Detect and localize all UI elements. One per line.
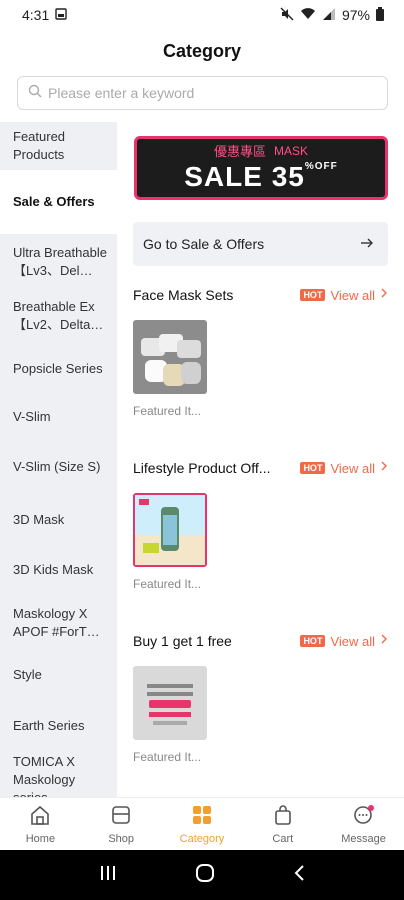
nav-home[interactable]: Home — [0, 798, 81, 850]
cart-icon — [272, 804, 294, 829]
banner-off: OFF — [314, 161, 338, 172]
search-input[interactable] — [48, 85, 368, 101]
status-bar: 4:31 97% — [0, 0, 404, 30]
chevron-right-icon — [380, 286, 388, 304]
category-sidebar[interactable]: Featured Products Sale & Offers Ultra Br… — [0, 122, 117, 797]
nav-cart[interactable]: Cart — [242, 798, 323, 850]
section-title: Lifestyle Product Off... — [133, 460, 271, 476]
product-image — [133, 493, 207, 567]
sale-banner[interactable]: 優惠專區 MASK SALE 35%OFF — [134, 136, 388, 200]
chevron-right-icon — [380, 632, 388, 650]
battery-icon — [376, 6, 384, 24]
sidebar-item-earth-series[interactable]: Earth Series — [0, 700, 117, 752]
nav-category-label: Category — [179, 832, 225, 845]
nav-category[interactable]: Category — [162, 798, 243, 850]
home-icon — [29, 804, 51, 829]
search-icon — [28, 84, 42, 103]
section-title: Buy 1 get 1 free — [133, 633, 232, 649]
bottom-nav: Home Shop Category Cart Message — [0, 797, 404, 850]
sidebar-item-ultra-breathable[interactable]: Ultra Breathable【Lv3、Del… — [0, 234, 117, 290]
section-title: Face Mask Sets — [133, 287, 234, 303]
search-bar[interactable] — [17, 76, 388, 110]
recent-apps-icon[interactable] — [99, 865, 117, 886]
go-sale-label: Go to Sale & Offers — [143, 236, 265, 252]
view-all-link[interactable]: HOT View all — [300, 459, 388, 477]
status-time: 4:31 — [22, 7, 50, 23]
banner-percent: % — [304, 161, 315, 172]
header: Category — [0, 30, 404, 72]
sidebar-item-sale-offers[interactable]: Sale & Offers — [0, 170, 117, 234]
banner-mask-text: MASK — [274, 143, 309, 158]
product-name: Featured It... — [133, 750, 202, 764]
mute-icon — [280, 7, 294, 24]
category-content: 優惠專區 MASK SALE 35%OFF Go to Sale & Offer… — [117, 122, 404, 797]
sidebar-item-tomica-maskology[interactable]: TOMICA X Maskology series — [0, 752, 117, 797]
view-all-label: View all — [330, 287, 375, 303]
sidebar-item-featured-products[interactable]: Featured Products — [0, 122, 117, 170]
sidebar-item-v-slim-size-s[interactable]: V-Slim (Size S) — [0, 438, 117, 496]
page-title: Category — [162, 40, 242, 61]
nav-message-label: Message — [341, 832, 386, 845]
sidebar-item-popsicle-series[interactable]: Popsicle Series — [0, 342, 117, 396]
view-all-label: View all — [330, 460, 375, 476]
sidebar-item-maskology-apof[interactable]: Maskology X APOF #ForT… — [0, 596, 117, 650]
view-all-link[interactable]: HOT View all — [300, 286, 388, 304]
section-buy-1-get-1-free: Buy 1 get 1 free HOT View all Featured I… — [133, 630, 388, 764]
sidebar-item-3d-kids-mask[interactable]: 3D Kids Mask — [0, 544, 117, 596]
image-notification-icon — [55, 7, 67, 23]
back-icon[interactable] — [293, 864, 305, 887]
nav-shop-label: Shop — [108, 832, 135, 845]
sidebar-item-3d-mask[interactable]: 3D Mask — [0, 496, 117, 544]
hot-badge: HOT — [300, 462, 326, 474]
nav-cart-label: Cart — [272, 832, 294, 845]
product-card[interactable]: Featured It... — [133, 493, 207, 591]
product-image — [133, 320, 207, 394]
home-button-icon[interactable] — [195, 863, 215, 888]
product-card[interactable]: Featured It... — [133, 666, 207, 764]
go-to-sale-offers-button[interactable]: Go to Sale & Offers — [133, 222, 388, 266]
product-name: Featured It... — [133, 404, 202, 418]
nav-shop[interactable]: Shop — [81, 798, 162, 850]
banner-chinese-text: 優惠專區 — [213, 144, 266, 159]
product-image — [133, 666, 207, 740]
hot-badge: HOT — [300, 635, 326, 647]
section-face-mask-sets: Face Mask Sets HOT View all Featured It.… — [133, 284, 388, 418]
signal-icon — [322, 7, 336, 24]
hot-badge: HOT — [300, 289, 326, 301]
product-card[interactable]: Featured It... — [133, 320, 207, 418]
shop-icon — [110, 804, 132, 829]
sidebar-item-style[interactable]: Style — [0, 650, 117, 700]
view-all-label: View all — [330, 633, 375, 649]
chevron-right-icon — [380, 459, 388, 477]
sidebar-item-v-slim[interactable]: V-Slim — [0, 396, 117, 438]
product-name: Featured It... — [133, 577, 202, 591]
view-all-link[interactable]: HOT View all — [300, 632, 388, 650]
battery-percent: 97% — [341, 7, 370, 23]
sidebar-item-breathable-ex[interactable]: Breathable Ex【Lv2、Delta… — [0, 290, 117, 342]
wifi-icon — [300, 7, 316, 24]
section-lifestyle-product-offers: Lifestyle Product Off... HOT View all Fe… — [133, 457, 388, 591]
message-icon — [352, 804, 376, 829]
category-icon — [191, 804, 213, 829]
nav-message[interactable]: Message — [323, 798, 404, 850]
system-nav-bar — [0, 850, 404, 900]
nav-home-label: Home — [25, 832, 56, 845]
banner-sale-text: SALE 35 — [184, 161, 305, 192]
arrow-right-icon — [360, 236, 374, 252]
